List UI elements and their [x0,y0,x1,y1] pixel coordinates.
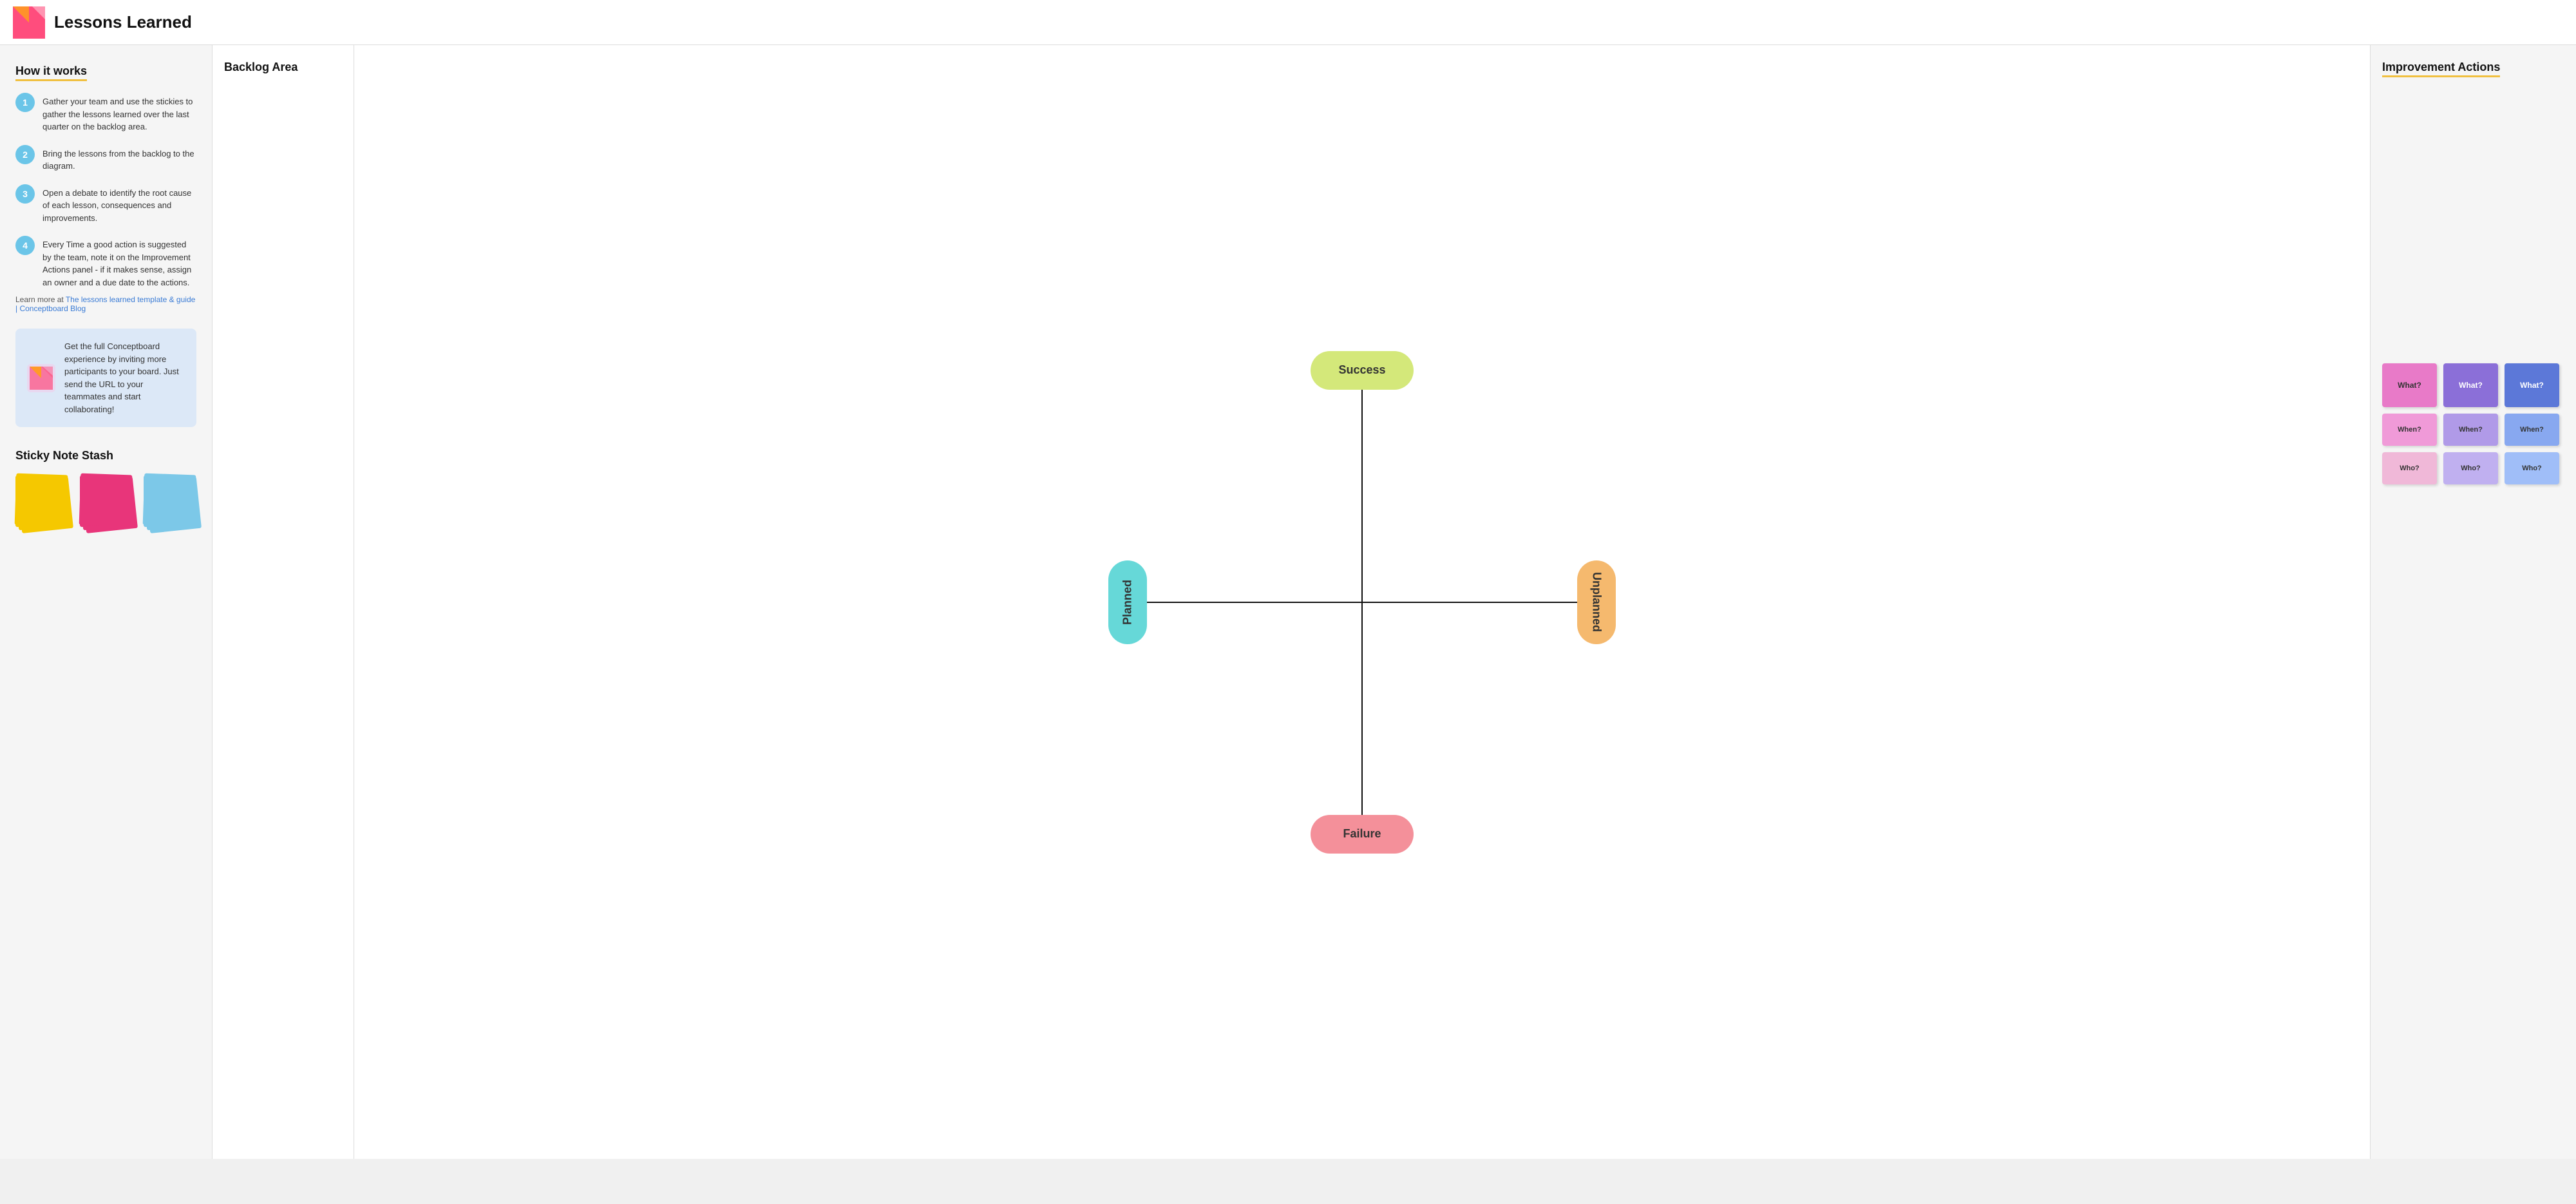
backlog-title: Backlog Area [224,61,342,74]
when-label-3: When? [2520,426,2544,434]
promo-logo-icon [27,364,55,392]
step-item-1: 1 Gather your team and use the stickies … [15,93,196,133]
unplanned-label: Unplanned [1577,560,1616,644]
what-label-1: What? [2398,381,2421,390]
step-item-2: 2 Bring the lessons from the backlog to … [15,145,196,173]
diagram-area: Success Failure Planned Unplanned [354,45,2370,1159]
what-card-blue[interactable]: What? [2505,363,2559,407]
when-label-1: When? [2398,426,2421,434]
step-text-4: Every Time a good action is suggested by… [43,236,196,289]
pink-note-4 [79,473,132,527]
left-panel: How it works 1 Gather your team and use … [0,45,213,1159]
vertical-axis [1361,377,1363,828]
step-number-1: 1 [15,93,35,112]
stash-title: Sticky Note Stash [15,449,196,463]
app-header: Lessons Learned [0,0,2576,45]
how-it-works-section: How it works 1 Gather your team and use … [15,64,196,313]
who-card-pink[interactable]: Who? [2382,452,2437,484]
backlog-panel: Backlog Area [213,45,354,1159]
what-label-3: What? [2520,381,2544,390]
sticky-note-stash-section: Sticky Note Stash [15,449,196,532]
how-it-works-title: How it works [15,64,87,81]
action-cards-grid: What? What? What? When? When? When? [2382,363,2564,484]
yellow-note-stack[interactable] [15,474,68,532]
right-panel: Improvement Actions What? What? What? Wh… [2370,45,2576,1159]
when-card-pink[interactable]: When? [2382,414,2437,446]
action-row-when: When? When? When? [2382,414,2564,446]
planned-label: Planned [1108,560,1147,644]
what-card-purple[interactable]: What? [2443,363,2498,407]
step-text-2: Bring the lessons from the backlog to th… [43,145,196,173]
stash-notes [15,474,196,532]
improvement-actions-title: Improvement Actions [2382,61,2500,77]
blue-note-4 [143,473,196,527]
promo-text: Get the full Conceptboard experience by … [64,340,185,416]
diagram-canvas: Success Failure Planned Unplanned [1137,377,1587,828]
action-row-who: Who? Who? Who? [2382,452,2564,484]
step-text-3: Open a debate to identify the root cause… [43,184,196,225]
what-card-pink[interactable]: What? [2382,363,2437,407]
learn-more-prefix: Learn more at [15,295,66,304]
success-label: Success [1311,351,1414,390]
step-number-3: 3 [15,184,35,204]
promo-box: Get the full Conceptboard experience by … [15,329,196,427]
blue-note-stack[interactable] [144,474,196,532]
when-card-purple[interactable]: When? [2443,414,2498,446]
failure-label: Failure [1311,815,1414,854]
main-container: How it works 1 Gather your team and use … [0,45,2576,1159]
when-card-blue[interactable]: When? [2505,414,2559,446]
who-label-3: Who? [2522,464,2542,472]
step-list: 1 Gather your team and use the stickies … [15,93,196,289]
action-row-what: What? What? What? [2382,363,2564,407]
app-logo-icon [13,6,45,39]
what-label-2: What? [2459,381,2483,390]
step-text-1: Gather your team and use the stickies to… [43,93,196,133]
step-item-4: 4 Every Time a good action is suggested … [15,236,196,289]
step-number-4: 4 [15,236,35,255]
step-item-3: 3 Open a debate to identify the root cau… [15,184,196,225]
learn-more: Learn more at The lessons learned templa… [15,295,196,313]
when-label-2: When? [2459,426,2483,434]
who-label-2: Who? [2461,464,2481,472]
step-number-2: 2 [15,145,35,164]
pink-note-stack[interactable] [80,474,133,532]
yellow-note-4 [15,473,68,527]
who-card-blue[interactable]: Who? [2505,452,2559,484]
who-card-purple[interactable]: Who? [2443,452,2498,484]
who-label-1: Who? [2400,464,2420,472]
page-title: Lessons Learned [54,12,192,32]
